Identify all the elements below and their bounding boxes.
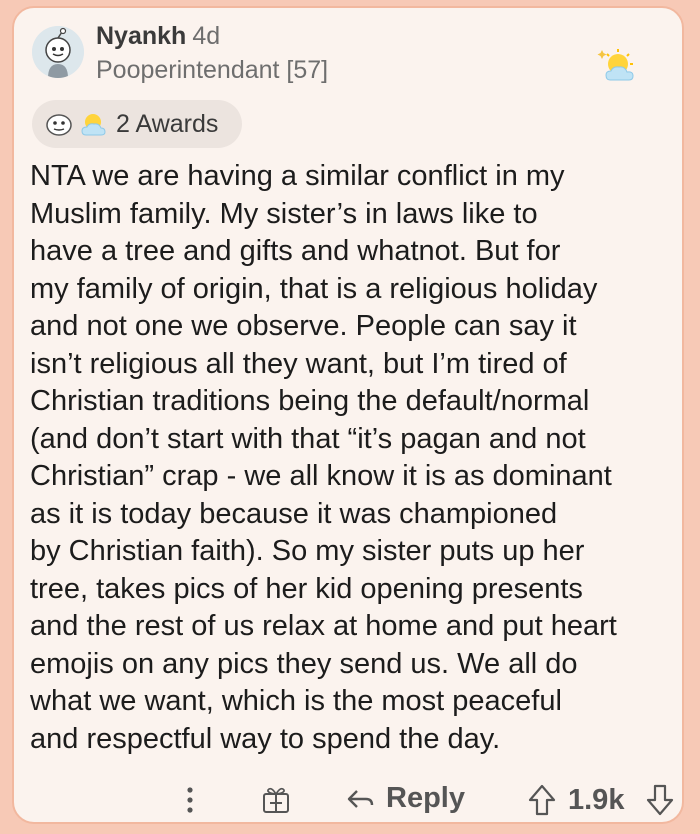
reply-button[interactable]: Reply <box>344 782 465 815</box>
comment-action-bar: Reply 1.9k <box>14 776 682 826</box>
user-flair: Pooperintendant [57] <box>96 56 329 84</box>
comment-age: 4d <box>192 22 221 50</box>
comment-card: Nyankh 4d Pooperintendant [57] 2 Awards … <box>12 6 684 824</box>
more-vertical-icon[interactable] <box>180 782 200 823</box>
gift-award-icon[interactable] <box>260 782 292 823</box>
comment-body: NTA we are having a similar conflict in … <box>30 160 617 755</box>
snoo-avatar-icon[interactable] <box>32 26 84 78</box>
reply-label: Reply <box>386 782 465 814</box>
downvote-arrow-icon[interactable] <box>644 782 676 823</box>
reply-arrow-icon <box>347 789 374 808</box>
sun-cloud-award-icon <box>78 109 108 139</box>
author-name[interactable]: Nyankh <box>96 22 186 50</box>
face-award-icon <box>44 109 74 139</box>
vote-score: 1.9k <box>568 784 625 816</box>
comment-author[interactable]: Nyankh 4d <box>96 22 220 51</box>
awards-button[interactable]: 2 Awards <box>32 100 242 148</box>
awards-count-label: 2 Awards <box>116 109 219 138</box>
upvote-arrow-icon[interactable] <box>526 782 558 823</box>
sun-cloud-award-icon[interactable] <box>596 46 640 86</box>
